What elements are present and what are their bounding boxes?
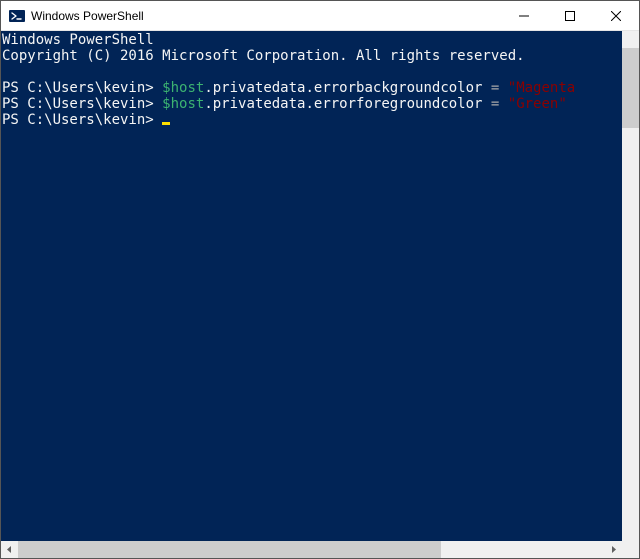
console-wrap: Windows PowerShellCopyright (C) 2016 Mic…: [1, 31, 639, 558]
vertical-scroll-thumb[interactable]: [622, 48, 639, 128]
cmd-member: .privatedata.errorbackgroundcolor: [204, 80, 491, 96]
maximize-button[interactable]: [547, 1, 593, 30]
horizontal-scrollbar[interactable]: [1, 541, 639, 558]
prompt: PS C:\Users\kevin>: [2, 80, 162, 96]
titlebar[interactable]: Windows PowerShell: [1, 1, 639, 31]
console-output[interactable]: Windows PowerShellCopyright (C) 2016 Mic…: [1, 31, 622, 541]
scroll-left-button[interactable]: [1, 541, 18, 558]
powershell-window: Windows PowerShell Windows PowerShellCop…: [1, 1, 639, 558]
cmd-variable: $host: [162, 80, 204, 96]
powershell-icon: [9, 8, 25, 24]
cmd-string: "Magenta: [508, 80, 575, 96]
prompt: PS C:\Users\kevin>: [2, 96, 162, 112]
horizontal-scroll-track[interactable]: [18, 541, 605, 558]
cmd-variable: $host: [162, 96, 204, 112]
window-buttons: [501, 1, 639, 30]
copyright-line: Copyright (C) 2016 Microsoft Corporation…: [2, 48, 525, 64]
cmd-string: "Green": [508, 96, 567, 112]
close-button[interactable]: [593, 1, 639, 30]
horizontal-scroll-thumb[interactable]: [18, 541, 441, 558]
minimize-button[interactable]: [501, 1, 547, 30]
vertical-scrollbar[interactable]: [622, 31, 639, 541]
cmd-member: .privatedata.errorforegroundcolor: [204, 96, 491, 112]
scroll-corner: [622, 541, 639, 558]
cursor: [162, 122, 170, 125]
header-line: Windows PowerShell: [2, 32, 154, 48]
console-area: Windows PowerShellCopyright (C) 2016 Mic…: [1, 31, 639, 541]
prompt: PS C:\Users\kevin>: [2, 112, 162, 128]
window-title: Windows PowerShell: [31, 9, 501, 23]
scroll-right-button[interactable]: [605, 541, 622, 558]
